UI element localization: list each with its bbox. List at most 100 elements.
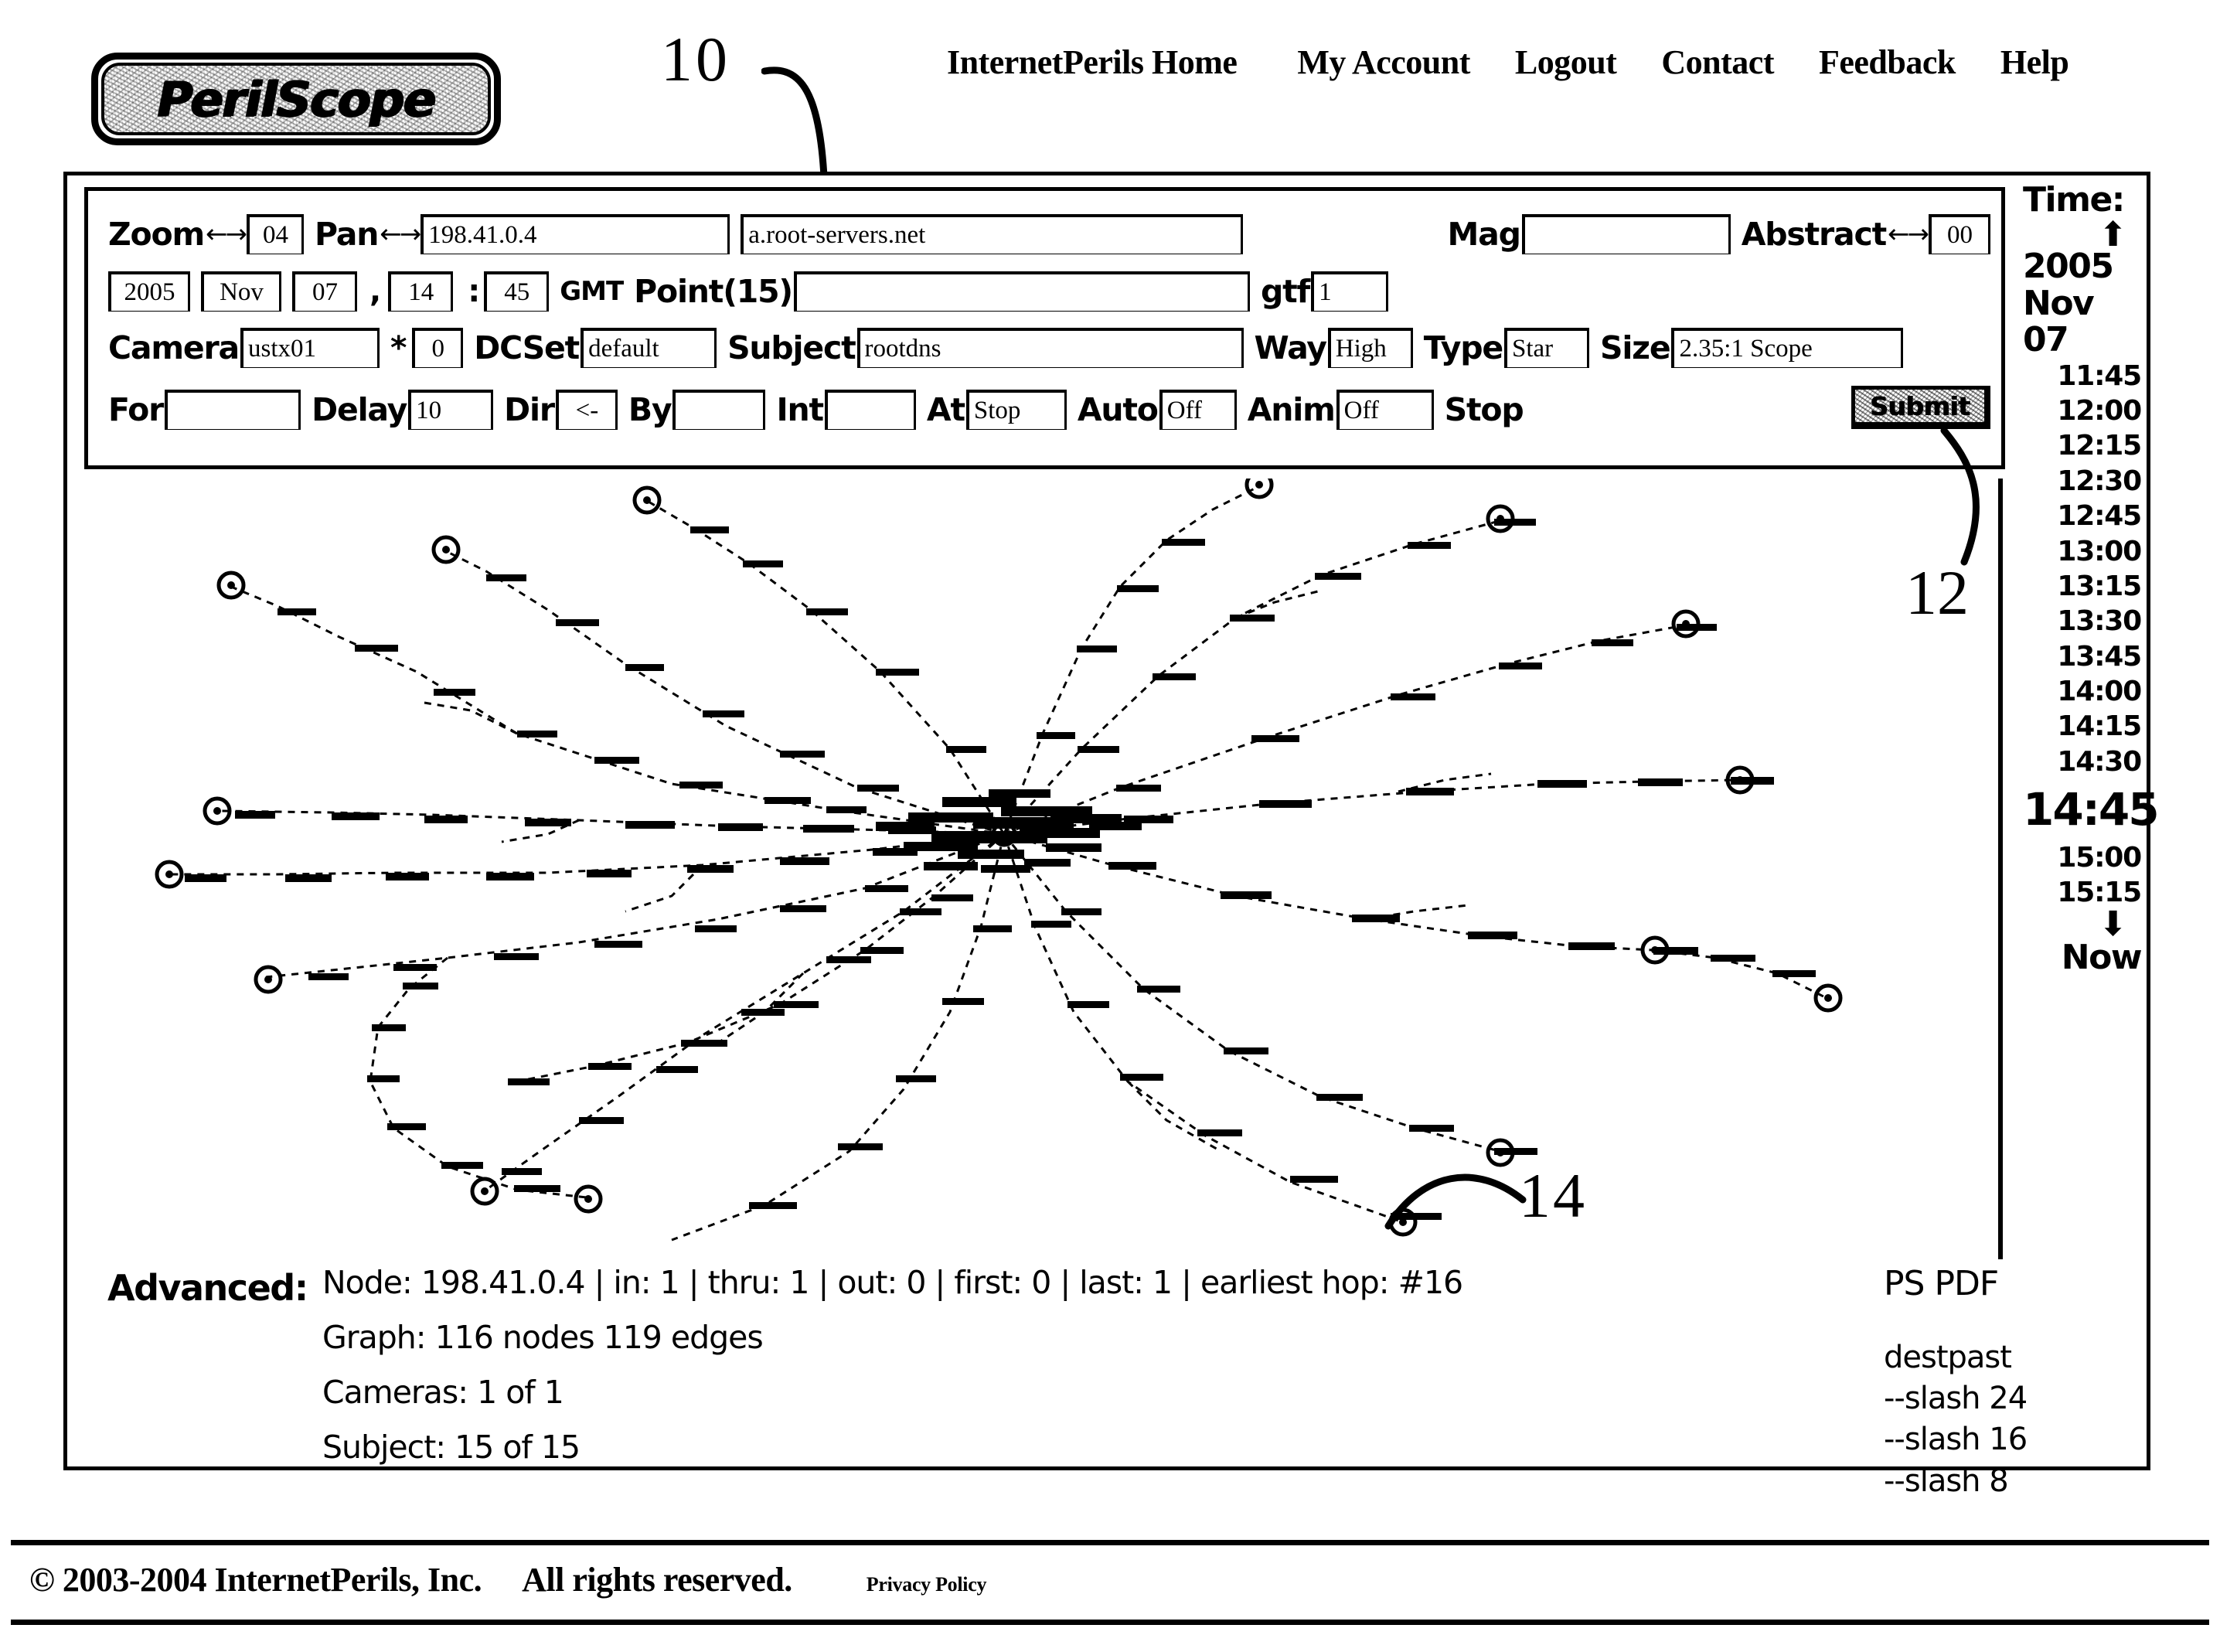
timezone-label: GMT <box>560 276 624 307</box>
application-frame: Zoom ←→ 04 Pan ←→ 198.41.0.4 a.root-serv… <box>63 172 2160 1499</box>
footer-copyright: © 2003-2004 InternetPerils, Inc. <box>29 1561 482 1599</box>
page-footer: © 2003-2004 InternetPerils, Inc. All rig… <box>0 1540 2220 1625</box>
delay-label: Delay <box>312 391 407 428</box>
anim-label: Anim <box>1247 391 1336 428</box>
way-input[interactable]: High <box>1327 328 1413 368</box>
logo-text: PerilScope <box>157 70 435 128</box>
footer-rule-top <box>11 1540 2209 1545</box>
for-input[interactable] <box>165 390 301 430</box>
by-input[interactable] <box>672 390 766 430</box>
time-tick[interactable]: 14:30 <box>2023 744 2144 779</box>
mag-label: Mag <box>1447 216 1521 253</box>
pan-arrows-icon[interactable]: ←→ <box>380 221 421 247</box>
abstract-arrows-icon[interactable]: ←→ <box>1888 221 1929 247</box>
time-tick[interactable]: 13:00 <box>2023 534 2144 569</box>
time-sidebar: Time: ⬆ 2005 Nov 07 11:45 12:00 12:15 12… <box>2023 180 2160 1262</box>
hour-input[interactable]: 14 <box>388 271 454 312</box>
nav-internetperils-home[interactable]: InternetPerils Home <box>947 43 1238 82</box>
time-tick[interactable]: 13:30 <box>2023 604 2144 639</box>
type-input[interactable]: Star <box>1503 328 1589 368</box>
time-colon: : <box>468 274 481 309</box>
now-label[interactable]: Now <box>2023 938 2144 977</box>
abstract-label: Abstract <box>1741 216 1887 253</box>
zoom-arrows-icon[interactable]: ←→ <box>206 221 247 247</box>
time-tick[interactable]: 14:15 <box>2023 709 2144 744</box>
control-panel: Zoom ←→ 04 Pan ←→ 198.41.0.4 a.root-serv… <box>84 187 2005 469</box>
anim-input[interactable]: Off <box>1336 390 1434 430</box>
ps-pdf-link[interactable]: PS PDF <box>1884 1264 2027 1303</box>
callout-10-label: 10 <box>661 24 730 94</box>
advanced-graph-line: Graph: 116 nodes 119 edges <box>322 1319 764 1356</box>
time-sidebar-date: Nov 07 <box>2023 283 2095 360</box>
pan-label: Pan <box>314 216 379 253</box>
at-input[interactable]: Stop <box>965 390 1067 430</box>
nav-feedback[interactable]: Feedback <box>1819 43 1956 82</box>
time-tick[interactable]: 14:00 <box>2023 674 2144 709</box>
graph-edge-segments <box>185 519 1816 1220</box>
point-label: Point(15) <box>634 273 793 310</box>
delay-input[interactable]: 10 <box>408 390 494 430</box>
star-input[interactable]: 0 <box>412 328 464 368</box>
subject-label: Subject <box>727 329 856 366</box>
abstract-input[interactable]: 00 <box>1929 214 1990 254</box>
star-label: * <box>390 329 407 366</box>
pan-address-input[interactable]: 198.41.0.4 <box>421 214 730 254</box>
stop-label[interactable]: Stop <box>1445 391 1524 428</box>
advanced-cameras-line: Cameras: 1 of 1 <box>322 1374 564 1411</box>
int-input[interactable] <box>824 390 916 430</box>
scroll-up-arrow-icon[interactable]: ⬆ <box>2023 217 2144 251</box>
advanced-summary: Advanced: Node: 198.41.0.4 | in: 1 | thr… <box>67 1258 2147 1499</box>
control-row-datetime: 2005 Nov 07 , 14 : 45 GMT Point(15) gtf … <box>88 266 2001 317</box>
year-input[interactable]: 2005 <box>108 271 190 312</box>
time-tick[interactable]: 12:30 <box>2023 464 2144 499</box>
date-comma: , <box>369 274 382 309</box>
nav-help[interactable]: Help <box>2000 43 2069 82</box>
nav-contact[interactable]: Contact <box>1661 43 1774 82</box>
scroll-down-arrow-icon[interactable]: ⬇ <box>2023 907 2144 941</box>
control-row-camera-subject: Camera ustx01 * 0 DCSet default Subject … <box>88 321 2001 375</box>
time-tick-selected[interactable]: 14:45 <box>2023 782 2160 837</box>
submit-button[interactable]: Submit <box>1851 386 1990 429</box>
page-header: PerilScope InternetPerils Home My Accoun… <box>0 0 2220 199</box>
control-row-playback: For Delay 10 Dir <- By Int At Stop Auto … <box>88 383 2001 437</box>
camera-label: Camera <box>108 329 240 366</box>
mag-input[interactable] <box>1521 214 1731 254</box>
privacy-policy-link[interactable]: Privacy Policy <box>867 1573 987 1596</box>
time-tick[interactable]: 15:00 <box>2023 840 2144 875</box>
gtf-label: gtf <box>1260 273 1310 310</box>
slash-8-link[interactable]: --slash 8 <box>1884 1461 2027 1502</box>
nav-my-account[interactable]: My Account <box>1297 43 1470 82</box>
minute-input[interactable]: 45 <box>484 271 550 312</box>
month-input[interactable]: Nov <box>201 271 281 312</box>
subject-input[interactable]: rootdns <box>856 328 1244 368</box>
advanced-label: Advanced: <box>107 1267 308 1309</box>
nav-logout[interactable]: Logout <box>1515 43 1617 82</box>
slash-16-link[interactable]: --slash 16 <box>1884 1419 2028 1460</box>
way-label: Way <box>1254 329 1328 366</box>
dir-label: Dir <box>504 391 555 428</box>
dir-input[interactable]: <- <box>555 390 618 430</box>
size-input[interactable]: 2.35:1 Scope <box>1671 328 1904 368</box>
footer-rule-bottom <box>11 1620 2209 1625</box>
point-input[interactable] <box>793 271 1250 312</box>
auto-input[interactable]: Off <box>1159 390 1237 430</box>
time-tick[interactable]: 13:45 <box>2023 639 2144 674</box>
network-graph-canvas[interactable] <box>84 479 1955 1252</box>
logo-plate: PerilScope <box>101 63 491 135</box>
hostname-input[interactable]: a.root-servers.net <box>741 214 1244 254</box>
time-tick[interactable]: 12:15 <box>2023 428 2144 463</box>
slash-24-link[interactable]: --slash 24 <box>1884 1378 2028 1419</box>
day-input[interactable]: 07 <box>292 271 357 312</box>
advanced-subject-line: Subject: 15 of 15 <box>322 1429 581 1466</box>
time-tick[interactable]: 12:00 <box>2023 393 2144 428</box>
network-graph-svg[interactable] <box>84 479 1955 1252</box>
dcset-input[interactable]: default <box>581 328 717 368</box>
camera-input[interactable]: ustx01 <box>240 328 380 368</box>
time-tick[interactable]: 12:45 <box>2023 499 2144 533</box>
zoom-input[interactable]: 04 <box>246 214 304 254</box>
auto-label: Auto <box>1077 391 1159 428</box>
time-tick[interactable]: 11:45 <box>2023 359 2144 393</box>
time-tick[interactable]: 13:15 <box>2023 569 2144 604</box>
destpast-link[interactable]: destpast <box>1884 1337 2027 1378</box>
gtf-input[interactable]: 1 <box>1311 271 1389 312</box>
